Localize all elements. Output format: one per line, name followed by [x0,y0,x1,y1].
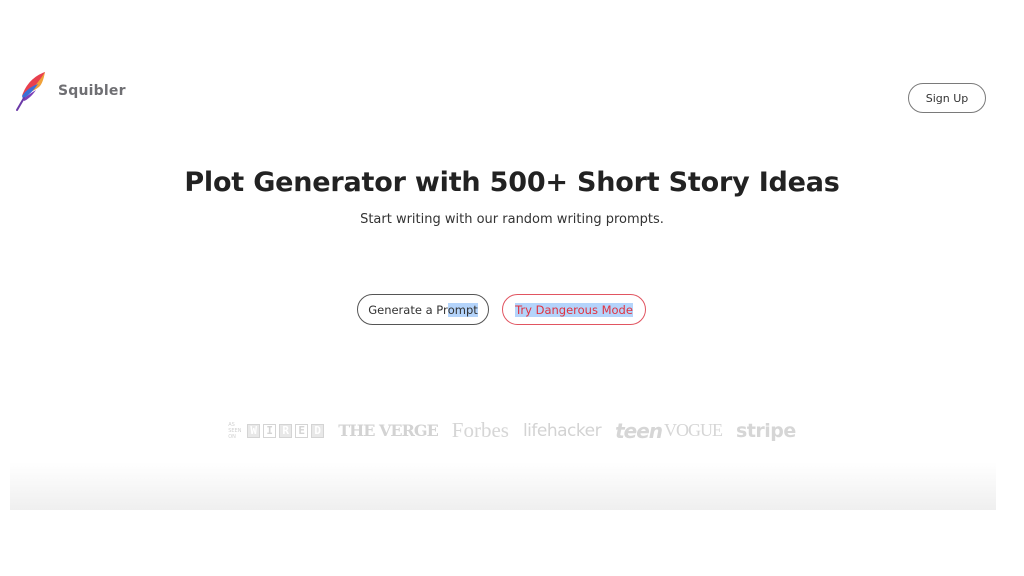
page-title: Plot Generator with 500+ Short Story Ide… [184,167,840,198]
lifehacker-logo: lifehacker [522,420,602,441]
wired-logo: As seen on W I R E D [228,421,325,440]
squibler-logo[interactable]: Squibler [14,70,126,112]
forbes-logo: Forbes [451,418,509,442]
vogue-logo: VOGUE [664,420,723,440]
wired-prefix: As seen on [228,421,242,440]
dangerous-mode-button[interactable]: Try Dangerous Mode [502,294,646,325]
page-subtitle: Start writing with our random writing pr… [360,212,664,227]
teen-logo: teen [615,418,663,443]
bottom-fade-divider [10,462,996,510]
wired-letter: I [263,423,277,438]
feather-quill-icon [16,72,45,111]
generate-prompt-label-selected: ompt [447,302,478,317]
generate-prompt-button[interactable]: Generate a Pr ompt [357,294,489,325]
wired-letter: D [311,423,325,438]
press-logos: As seen on W I R E D THE VERGE Forbes li… [0,418,1024,443]
wired-letter: W [247,423,261,438]
dangerous-mode-label: Try Dangerous Mode [515,302,633,317]
wired-letter: E [295,423,309,438]
the-verge-logo: THE VERGE [338,421,439,440]
generate-prompt-label: Generate a Pr [368,302,448,317]
stripe-logo: stripe [736,419,796,442]
wired-letter: R [279,423,293,438]
logo-text: Squibler [58,83,126,99]
sign-up-button[interactable]: Sign Up [908,83,986,113]
